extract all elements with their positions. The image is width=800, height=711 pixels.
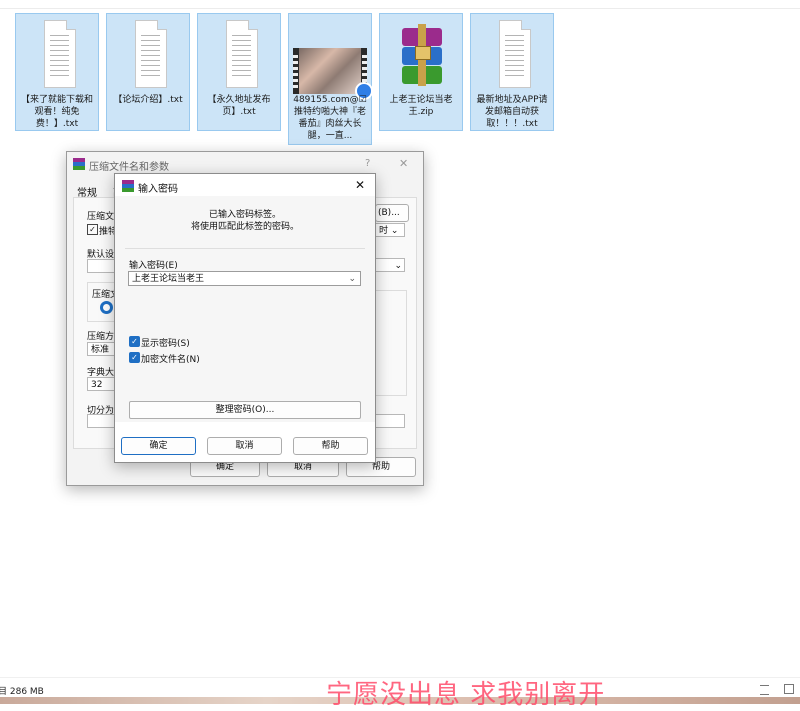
file-name: 最新地址及APP请发邮箱自动获取！！！.txt <box>476 95 548 129</box>
file-item[interactable]: 【论坛介绍】.txt <box>106 13 190 131</box>
organize-passwords-button[interactable]: 整理密码(O)... <box>129 401 361 419</box>
dict-size-value: 32 <box>91 380 103 390</box>
winrar-icon <box>73 158 85 170</box>
dict-size-select[interactable]: 32 <box>87 377 115 391</box>
top-edge <box>0 0 800 9</box>
split-select-right[interactable] <box>375 414 405 428</box>
browse-button[interactable]: (B)... <box>375 204 409 222</box>
file-name: 【来了就能下载和观看！纯免费！】.txt <box>20 95 93 129</box>
password-input[interactable]: 上老王论坛当老王 ⌄ <box>128 271 361 286</box>
file-item[interactable]: 489155.com@☑推特约啪大神『老番茄』肉丝大长腿，一直... <box>288 13 373 145</box>
encrypt-filenames-checkbox[interactable]: ✓ <box>129 352 140 363</box>
divider <box>125 248 365 249</box>
winrar-archive-icon <box>400 20 444 88</box>
txt-file-icon <box>127 20 171 88</box>
show-password-checkbox[interactable]: ✓ <box>129 336 140 347</box>
txt-file-icon <box>491 20 535 88</box>
rar-radio[interactable] <box>100 301 113 314</box>
file-item[interactable]: 【永久地址发布页】.txt <box>197 13 281 131</box>
file-name: 【论坛介绍】.txt <box>113 95 183 105</box>
password-help-button[interactable]: 帮助 <box>293 437 368 455</box>
close-icon[interactable]: ✕ <box>355 178 365 192</box>
info-line-2: 将使用匹配此标签的密码。 <box>190 222 299 232</box>
profile-select[interactable] <box>87 259 115 273</box>
file-item[interactable]: 最新地址及APP请发邮箱自动获取！！！.txt <box>470 13 554 131</box>
chevron-down-icon[interactable]: ⌄ <box>348 272 356 286</box>
password-dialog: 输入密码 ✕ 已输入密码标签。 将使用匹配此标签的密码。 输入密码(E) 上老王… <box>114 173 376 463</box>
update-mode-select[interactable]: 时 ⌄ <box>375 223 405 237</box>
tiles-view-icon[interactable] <box>784 684 794 694</box>
encrypt-filenames-label: 加密文件名(N) <box>141 355 200 365</box>
split-select[interactable] <box>87 414 115 428</box>
file-item[interactable]: 上老王论坛当老王.zip <box>379 13 463 131</box>
file-item[interactable]: 【来了就能下载和观看！纯免费！】.txt <box>15 13 99 131</box>
password-label: 输入密码(E) <box>129 261 178 271</box>
password-dialog-title: 输入密码 <box>138 184 178 195</box>
recommend-checkbox[interactable]: ✓ <box>87 224 98 235</box>
watermark-text: 宁愿没出息 求我别离开 <box>326 680 606 710</box>
archive-name-label: 压缩文 <box>87 212 115 222</box>
password-value: 上老王论坛当老王 <box>132 274 205 284</box>
show-password-label: 显示密码(S) <box>141 339 190 349</box>
method-label: 压缩方 <box>87 332 115 342</box>
help-icon[interactable]: ? <box>365 158 370 169</box>
update-mode-value: 时 <box>379 226 389 236</box>
txt-file-icon <box>218 20 262 88</box>
file-name: 489155.com@☑推特约啪大神『老番茄』肉丝大长腿，一直... <box>293 95 367 141</box>
file-name: 上老王论坛当老王.zip <box>389 95 453 117</box>
password-ok-button[interactable]: 确定 <box>121 437 196 455</box>
details-view-icon[interactable] <box>760 685 769 695</box>
profile-select-right[interactable]: ⌄ <box>375 258 405 272</box>
txt-file-icon <box>36 20 80 88</box>
method-value: 标准 <box>91 345 110 355</box>
close-icon[interactable]: ✕ <box>399 157 408 170</box>
options-group <box>375 290 407 396</box>
method-select[interactable]: 标准 <box>87 342 115 356</box>
password-cancel-button[interactable]: 取消 <box>207 437 282 455</box>
winrar-icon <box>122 180 134 192</box>
file-name: 【永久地址发布页】.txt <box>207 95 271 117</box>
status-text: 目 286 MB <box>0 687 44 697</box>
dialog-title: 压缩文件名和参数 <box>89 162 169 173</box>
video-thumbnail-icon <box>293 48 373 100</box>
